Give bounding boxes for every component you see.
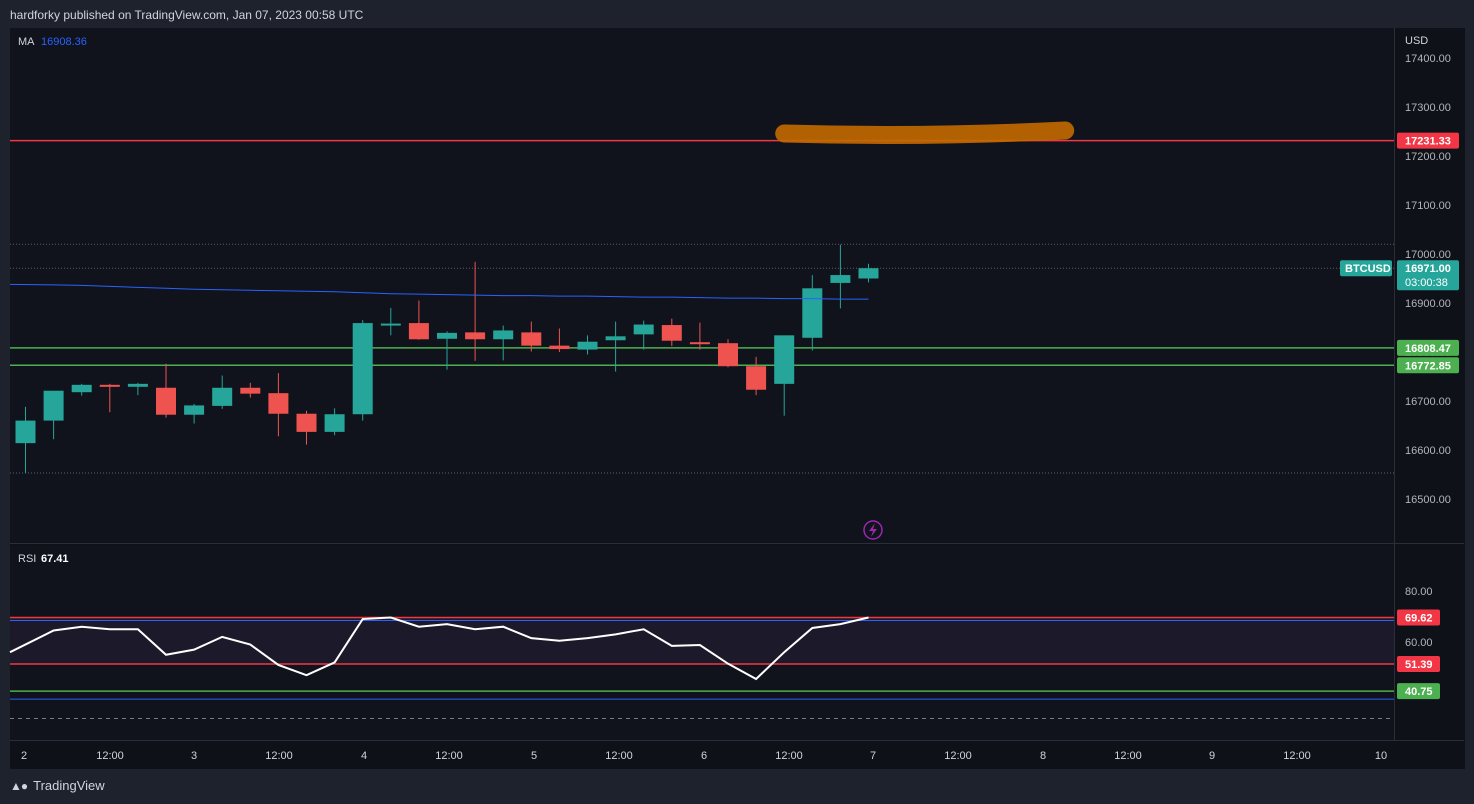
price-tick-label: 17100.00 <box>1405 200 1451 212</box>
candle-body <box>380 323 401 326</box>
support2-price-label-text: 16772.85 <box>1405 360 1451 372</box>
candle-body <box>324 414 345 432</box>
candle[interactable] <box>352 320 373 421</box>
support2-price-label[interactable]: 16772.85 <box>1397 357 1459 374</box>
rsi-label: RSI <box>18 553 36 565</box>
candle-body <box>268 393 289 414</box>
candle-body <box>493 330 514 340</box>
symbol-badge[interactable]: BTCUSD <box>1340 260 1392 277</box>
candle-body <box>99 384 120 387</box>
candle-body <box>521 332 542 346</box>
candle-body <box>858 268 879 279</box>
time-tick-label: 12:00 <box>605 750 633 762</box>
last-price-text: 16971.00 <box>1405 263 1451 275</box>
candle-body <box>71 384 92 393</box>
candle-body <box>15 420 36 444</box>
price-tick-label: 17400.00 <box>1405 53 1451 65</box>
tradingview-logo-icon: ▲● <box>10 778 28 793</box>
rsi-upper-label-text: 69.62 <box>1405 612 1433 624</box>
price-tick-label: 16700.00 <box>1405 396 1451 408</box>
time-tick-label: 12:00 <box>265 750 293 762</box>
candle-body <box>212 387 233 406</box>
resistance-price-label[interactable]: 17231.33 <box>1397 132 1459 149</box>
currency-label: USD <box>1405 35 1428 47</box>
time-tick-label: 12:00 <box>1114 750 1142 762</box>
candle-body <box>437 332 457 339</box>
resistance-price-label-text: 17231.33 <box>1405 136 1451 148</box>
time-tick-label: 10 <box>1375 750 1387 762</box>
candle[interactable] <box>718 339 738 368</box>
time-tick-label: 3 <box>191 750 197 762</box>
rsi-band <box>10 617 1394 664</box>
candle-body <box>549 345 570 350</box>
time-tick-label: 12:00 <box>1283 750 1311 762</box>
time-tick-label: 2 <box>21 750 27 762</box>
main-pane[interactable] <box>10 28 1394 543</box>
candle-body <box>184 405 205 415</box>
rsi-tick-label: 80.00 <box>1405 586 1433 598</box>
price-tick-label: 16600.00 <box>1405 445 1451 457</box>
time-tick-label: 8 <box>1040 750 1046 762</box>
time-tick-label: 7 <box>870 750 876 762</box>
candle-body <box>774 335 795 384</box>
candle-body <box>408 323 429 340</box>
time-tick-label: 12:00 <box>435 750 463 762</box>
last-price-badge[interactable]: 16971.00 03:00:38 <box>1397 260 1459 291</box>
rsi-tick-label: 60.00 <box>1405 637 1433 649</box>
price-tick-label: 17000.00 <box>1405 249 1451 261</box>
candle-body <box>718 343 738 367</box>
candle-body <box>127 383 148 387</box>
candle-body <box>240 387 261 394</box>
price-tick-label: 17300.00 <box>1405 102 1451 114</box>
ma-label: MA <box>18 36 35 48</box>
candle-body <box>43 390 64 421</box>
rsi-middle-label-text: 51.39 <box>1405 659 1433 671</box>
support1-price-label[interactable]: 16808.47 <box>1397 339 1459 356</box>
candle-body <box>156 387 176 415</box>
footer-brand[interactable]: ▲● TradingView <box>10 778 105 793</box>
time-tick-label: 5 <box>531 750 537 762</box>
time-tick-label: 9 <box>1209 750 1215 762</box>
highlight-mark <box>775 121 1075 144</box>
rsi-value: 67.41 <box>41 553 69 565</box>
footer-brand-text: TradingView <box>33 778 105 793</box>
candle-body <box>746 366 767 390</box>
time-tick-label: 6 <box>701 750 707 762</box>
ma-value: 16908.36 <box>41 36 87 48</box>
time-tick-label: 12:00 <box>775 750 803 762</box>
rsi-upper-label[interactable]: 69.62 <box>1397 609 1440 626</box>
price-tick-label: 16900.00 <box>1405 298 1451 310</box>
candle-body <box>661 325 682 341</box>
candle-body <box>633 324 654 335</box>
time-tick-label: 4 <box>361 750 367 762</box>
time-tick-label: 12:00 <box>944 750 972 762</box>
rsi-middle-label[interactable]: 51.39 <box>1397 655 1440 672</box>
rsi-lower-label[interactable]: 40.75 <box>1397 683 1440 700</box>
rsi-lower-label-text: 40.75 <box>1405 686 1433 698</box>
price-tick-label: 16500.00 <box>1405 494 1451 506</box>
chart-svg: 17400.00 17300.00 17200.00 17100.00 17000.00… <box>9 28 1464 762</box>
candle-body <box>605 336 626 341</box>
time-tick-label: 12:00 <box>96 750 124 762</box>
symbol-text: BTCUSD <box>1345 263 1391 275</box>
candle-body <box>465 332 486 340</box>
candle-body <box>577 341 598 350</box>
candle-body <box>296 413 317 432</box>
countdown-text: 03:00:38 <box>1405 277 1448 289</box>
candle-body <box>802 288 823 338</box>
candle-body <box>352 323 373 415</box>
price-tick-label: 17200.00 <box>1405 151 1451 163</box>
candle-body <box>830 275 851 283</box>
candle-body <box>689 342 710 345</box>
support1-price-label-text: 16808.47 <box>1405 343 1451 355</box>
